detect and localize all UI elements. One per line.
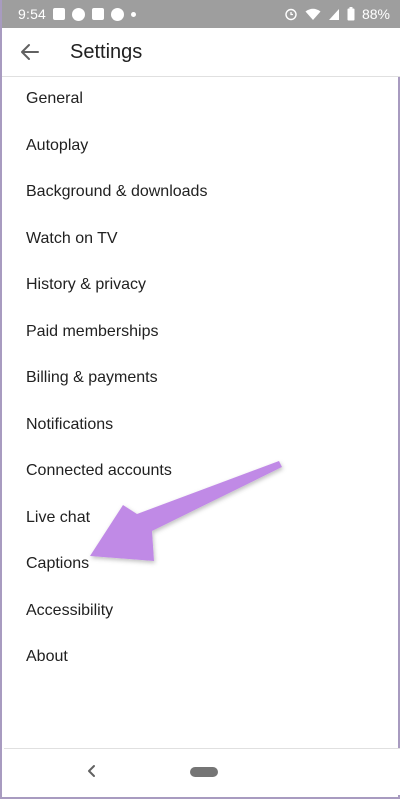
settings-item-watch-on-tv[interactable]: Watch on TV bbox=[2, 216, 400, 263]
page-title: Settings bbox=[70, 40, 143, 63]
settings-list: General Autoplay Background & downloads … bbox=[2, 76, 400, 681]
settings-item-captions[interactable]: Captions bbox=[2, 541, 400, 588]
status-bar-right: 88% bbox=[284, 6, 390, 22]
system-nav-bar bbox=[4, 748, 400, 795]
settings-item-general[interactable]: General bbox=[2, 76, 400, 123]
arrow-left-icon bbox=[21, 44, 39, 60]
notification-dot-icon bbox=[131, 11, 137, 17]
pinterest-icon bbox=[111, 7, 125, 21]
alarm-icon bbox=[285, 8, 297, 21]
app-toolbar: Settings bbox=[2, 28, 400, 77]
device-frame: 9:54 88% Settings General Autoplay Backg… bbox=[0, 0, 400, 799]
home-pill-icon[interactable] bbox=[190, 767, 218, 777]
image-icon bbox=[53, 8, 66, 20]
status-time: 9:54 bbox=[18, 6, 47, 22]
photo-icon bbox=[92, 8, 105, 20]
signal-icon bbox=[328, 8, 339, 20]
status-bar-left: 9:54 bbox=[18, 6, 137, 22]
chevron-left-icon bbox=[88, 765, 95, 777]
settings-item-billing-payments[interactable]: Billing & payments bbox=[2, 355, 400, 402]
settings-item-about[interactable]: About bbox=[2, 634, 400, 681]
settings-item-autoplay[interactable]: Autoplay bbox=[2, 123, 400, 170]
battery-icon bbox=[347, 7, 355, 21]
status-bar: 9:54 88% bbox=[2, 0, 400, 28]
settings-item-live-chat[interactable]: Live chat bbox=[2, 495, 400, 542]
nav-back-button[interactable] bbox=[82, 761, 102, 781]
settings-item-history-privacy[interactable]: History & privacy bbox=[2, 262, 400, 309]
battery-percent: 88% bbox=[361, 6, 390, 22]
wifi-icon bbox=[305, 8, 321, 20]
settings-item-background-downloads[interactable]: Background & downloads bbox=[2, 169, 400, 216]
whatsapp-icon bbox=[72, 7, 86, 21]
settings-item-notifications[interactable]: Notifications bbox=[2, 402, 400, 449]
settings-item-connected-accounts[interactable]: Connected accounts bbox=[2, 448, 400, 495]
settings-item-paid-memberships[interactable]: Paid memberships bbox=[2, 309, 400, 356]
settings-item-accessibility[interactable]: Accessibility bbox=[2, 588, 400, 635]
back-button[interactable] bbox=[16, 38, 44, 66]
